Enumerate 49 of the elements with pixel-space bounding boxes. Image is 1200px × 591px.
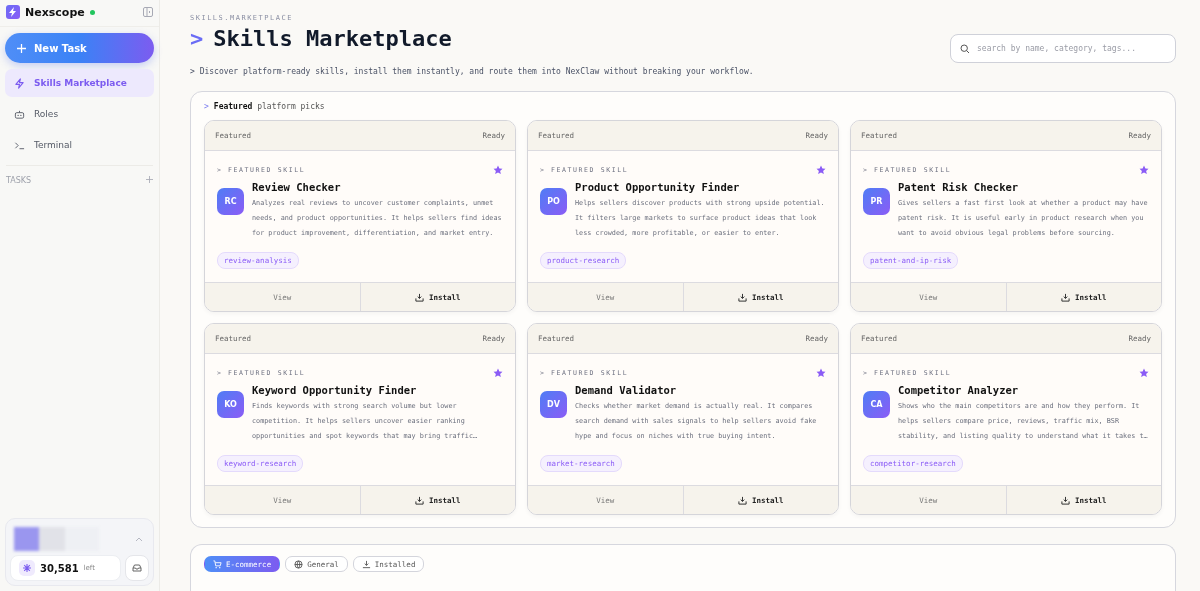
skill-name: Keyword Opportunity Finder — [252, 384, 418, 396]
star-icon[interactable] — [493, 165, 503, 175]
credits-count: 30,581 — [40, 562, 79, 574]
star-icon[interactable] — [1139, 368, 1149, 378]
tasks-label: TASKS — [6, 176, 32, 185]
cart-icon — [213, 559, 222, 569]
new-task-button[interactable]: New Task — [5, 33, 154, 63]
skill-initials-avatar: CA — [863, 391, 890, 418]
download-icon — [1060, 495, 1070, 505]
download-icon — [737, 495, 747, 505]
skill-initials-avatar: KO — [217, 391, 244, 418]
inbox-icon — [132, 563, 142, 573]
star-icon[interactable] — [493, 368, 503, 378]
skill-initials-avatar: RC — [217, 188, 244, 215]
star-icon[interactable] — [816, 165, 826, 175]
skill-name: Review Checker — [252, 181, 342, 193]
section-heading: Featured platform picks — [213, 102, 325, 111]
plus-icon — [17, 43, 26, 53]
sidebar-item[interactable]: Roles — [5, 100, 154, 128]
skill-initials-avatar: PR — [863, 188, 890, 215]
skill-initials-avatar: DV — [540, 391, 567, 418]
sparkle-icon — [19, 560, 35, 576]
skill-name: Patent Risk Checker — [898, 181, 1020, 193]
skill-name: Competitor Analyzer — [898, 384, 1020, 396]
download-icon — [361, 559, 371, 569]
sidebar-item[interactable]: Skills Marketplace — [5, 69, 154, 97]
download-icon — [414, 495, 424, 505]
search-icon — [960, 44, 970, 54]
star-icon[interactable] — [1139, 165, 1149, 175]
page-subtitle: > Discover platform-ready skills, install them instantly, and route them into NexClaw without breaking your workflow. — [190, 67, 755, 76]
download-icon — [1060, 292, 1070, 302]
inbox-button[interactable] — [125, 555, 149, 581]
skill-name: Product Opportunity Finder — [575, 181, 741, 193]
download-icon — [414, 292, 424, 302]
sidebar-item[interactable]: Terminal — [5, 131, 154, 159]
star-icon[interactable] — [816, 368, 826, 378]
skill-initials-avatar: PO — [540, 188, 567, 215]
sidebar-toggle-icon[interactable] — [143, 7, 153, 17]
search-field[interactable]: search by name, category, tags... — [950, 34, 1176, 63]
logo-icon — [6, 5, 20, 19]
prompt-symbol: > — [204, 102, 209, 111]
skill-name: Demand Validator — [575, 384, 678, 396]
robot-icon — [14, 108, 25, 120]
lightning-icon — [14, 77, 25, 89]
brand-name: Nexscope — [25, 5, 85, 19]
download-icon — [737, 292, 747, 302]
prompt-symbol: > — [190, 26, 204, 51]
globe-icon — [294, 559, 304, 569]
page-title: Skills Marketplace — [213, 26, 452, 51]
